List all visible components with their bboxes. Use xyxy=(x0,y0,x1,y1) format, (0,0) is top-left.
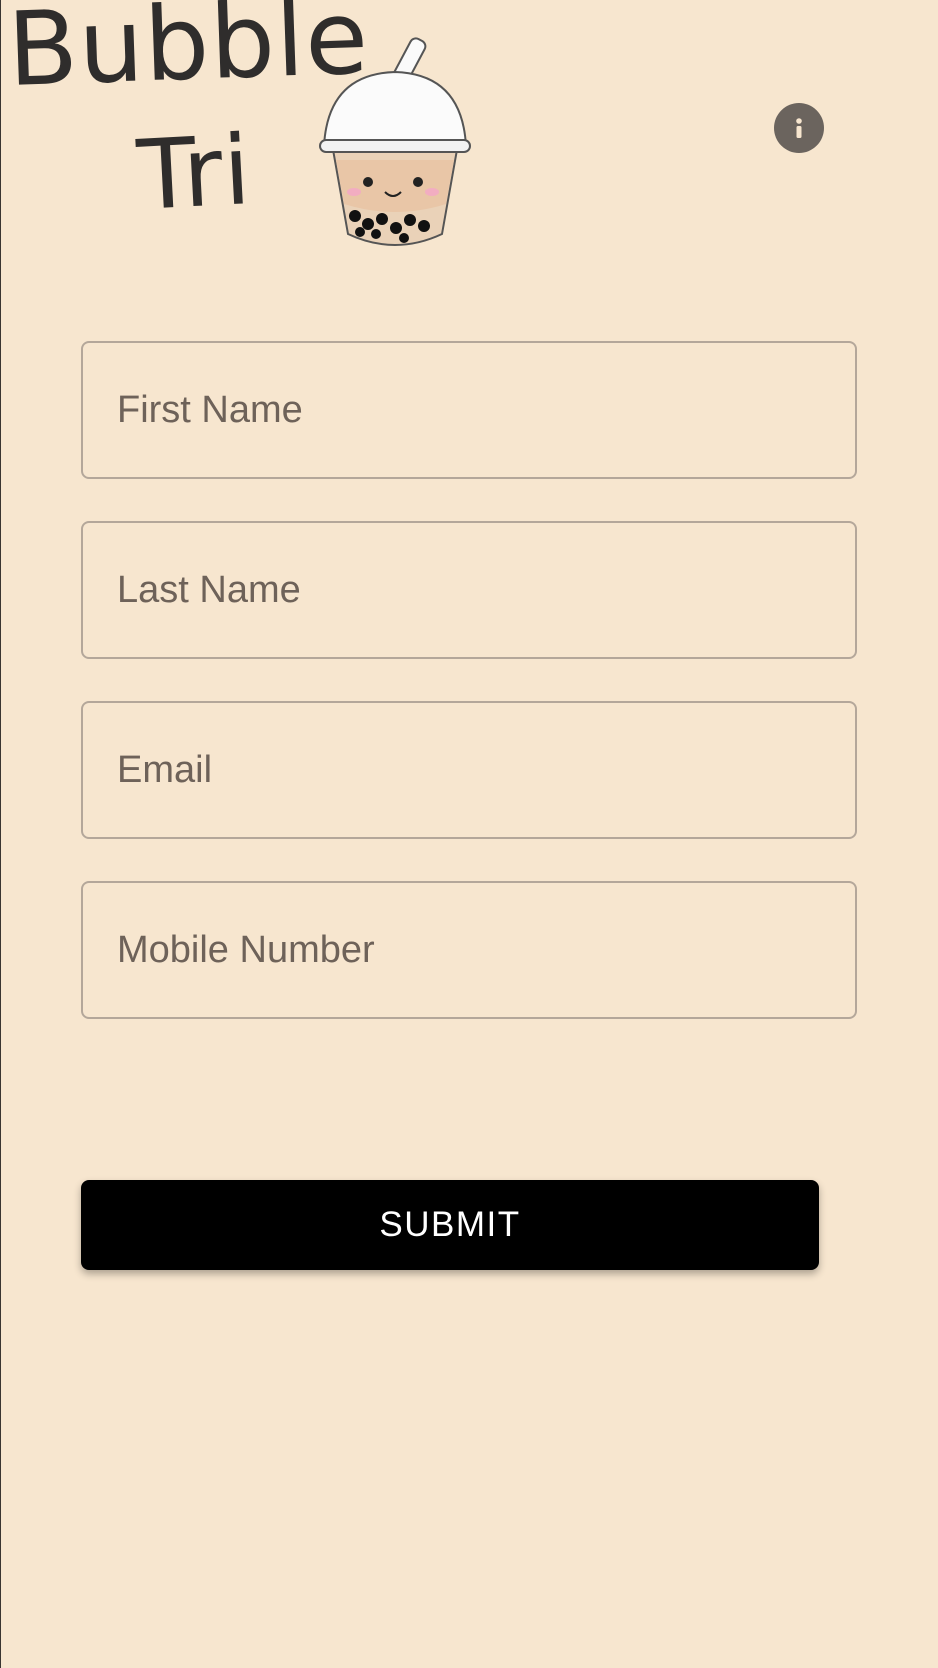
bubble-tea-cup-icon xyxy=(319,37,471,246)
signup-form xyxy=(81,341,859,1061)
last-name-field-box xyxy=(81,521,857,659)
mobile-number-field-box xyxy=(81,881,857,1019)
left-edge-line xyxy=(0,0,1,1668)
brand-logo: Bubble Tri xyxy=(0,0,480,250)
first-name-field-box xyxy=(81,341,857,479)
submit-button[interactable]: SUBMIT xyxy=(81,1180,819,1270)
email-field-box xyxy=(81,701,857,839)
logo-word-2: Tri xyxy=(134,114,254,232)
info-button[interactable] xyxy=(774,103,824,153)
info-icon xyxy=(796,118,802,138)
first-name-input[interactable] xyxy=(83,343,855,477)
email-input[interactable] xyxy=(83,703,855,837)
mobile-number-input[interactable] xyxy=(83,883,855,1017)
last-name-input[interactable] xyxy=(83,523,855,657)
